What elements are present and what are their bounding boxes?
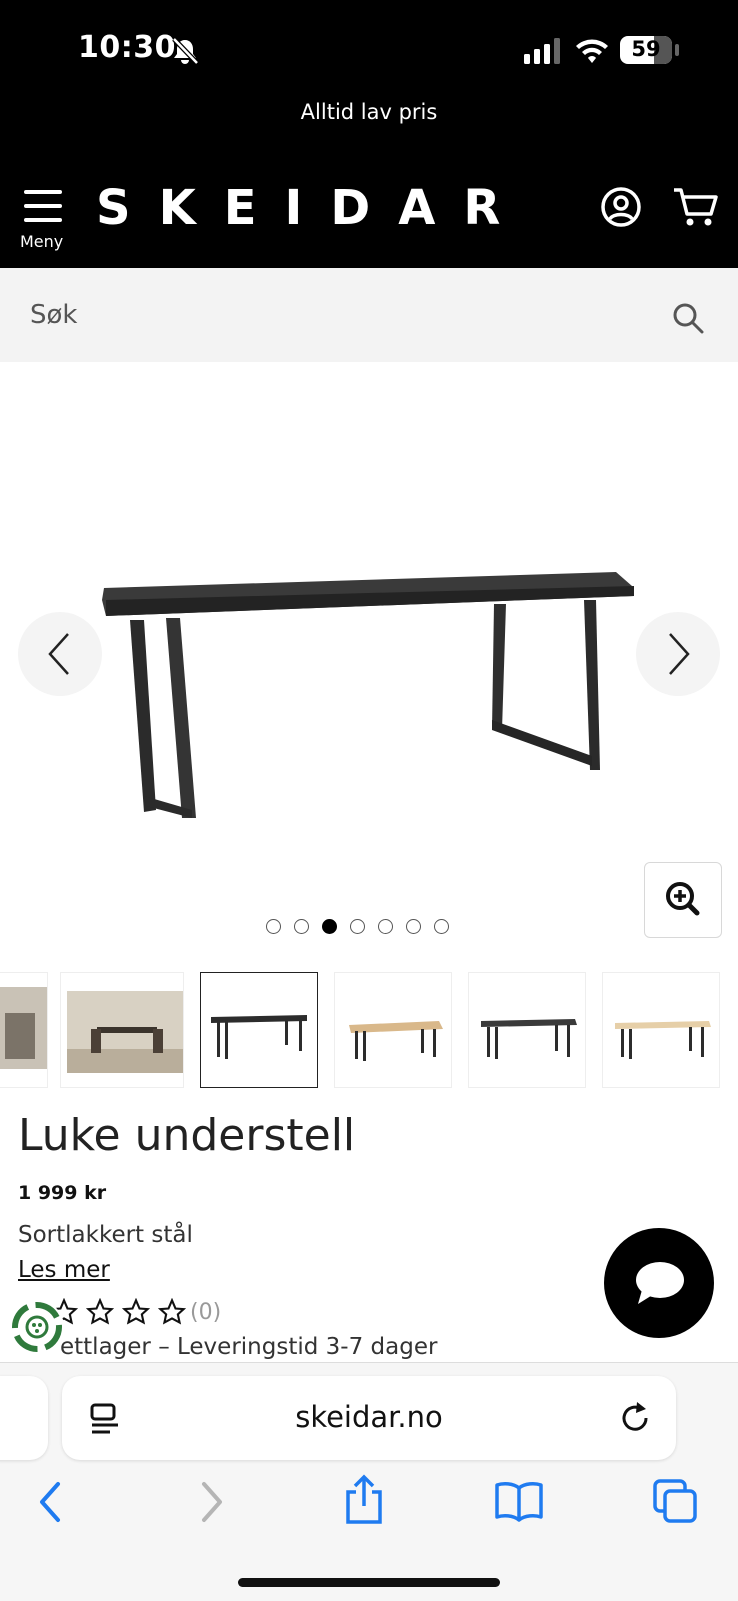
status-time: 10:30	[78, 30, 176, 65]
carousel-dot-active[interactable]	[322, 919, 337, 934]
read-more-link[interactable]: Les mer	[18, 1257, 110, 1283]
forward-icon[interactable]	[194, 1480, 228, 1524]
promo-banner[interactable]: Alltid lav pris	[0, 100, 738, 124]
chevron-left-icon	[48, 633, 69, 675]
carousel-dot[interactable]	[406, 919, 421, 934]
carousel-dot[interactable]	[350, 919, 365, 934]
stock-status: ettlager – Leveringstid 3-7 dager	[60, 1334, 438, 1360]
thumbnail[interactable]	[468, 972, 586, 1088]
bookmarks-icon[interactable]	[494, 1480, 544, 1522]
chevron-right-icon	[669, 633, 690, 675]
carousel-dots	[266, 919, 449, 934]
carousel-dot[interactable]	[434, 919, 449, 934]
wifi-icon	[576, 39, 608, 63]
rating-count: (0)	[190, 1300, 222, 1325]
search-input[interactable]	[28, 296, 652, 334]
account-icon[interactable]	[600, 186, 642, 228]
home-indicator[interactable]	[238, 1578, 500, 1587]
url-text[interactable]: skeidar.no	[62, 1400, 676, 1434]
thumbnail-selected[interactable]	[200, 972, 318, 1088]
zoom-in-icon	[666, 882, 700, 916]
battery-tip	[675, 44, 679, 56]
share-icon[interactable]	[342, 1474, 386, 1526]
product-material: Sortlakkert stål	[18, 1222, 193, 1248]
zoom-button[interactable]	[644, 862, 722, 938]
star-empty-icon	[122, 1298, 150, 1325]
star-empty-icon	[158, 1298, 186, 1325]
recycle-badge[interactable]	[10, 1300, 64, 1354]
carousel-dot[interactable]	[378, 919, 393, 934]
search-icon[interactable]	[672, 302, 704, 334]
product-price: 1 999 kr	[18, 1182, 107, 1204]
brand-logo[interactable]: SKEIDAR	[96, 180, 528, 236]
signal-icon	[524, 38, 560, 64]
product-image[interactable]	[96, 560, 636, 830]
search-bar	[0, 268, 738, 362]
star-empty-icon	[86, 1298, 114, 1325]
carousel-dot[interactable]	[294, 919, 309, 934]
reload-icon[interactable]	[618, 1400, 654, 1438]
thumbnail[interactable]	[0, 972, 48, 1088]
recycle-badge-icon	[12, 1302, 62, 1352]
back-icon[interactable]	[34, 1480, 68, 1524]
product-title: Luke understell	[18, 1110, 356, 1161]
tabs-icon[interactable]	[652, 1478, 700, 1524]
rating-stars[interactable]	[50, 1298, 186, 1326]
thumbnail[interactable]	[60, 972, 184, 1088]
thumbnail[interactable]	[334, 972, 452, 1088]
bell-slash-icon	[172, 37, 199, 65]
hamburger-icon[interactable]	[24, 188, 64, 224]
carousel-prev-button[interactable]	[18, 612, 102, 696]
carousel-dot[interactable]	[266, 919, 281, 934]
thumbnail[interactable]	[602, 972, 720, 1088]
chat-button[interactable]	[604, 1228, 714, 1338]
chat-icon	[636, 1262, 684, 1304]
menu-label[interactable]: Meny	[20, 232, 63, 251]
previous-tab-pill[interactable]	[0, 1376, 48, 1460]
battery-level: 59	[631, 37, 661, 61]
carousel-next-button[interactable]	[636, 612, 720, 696]
cart-icon[interactable]	[672, 186, 720, 228]
battery-icon: 59	[620, 36, 672, 64]
